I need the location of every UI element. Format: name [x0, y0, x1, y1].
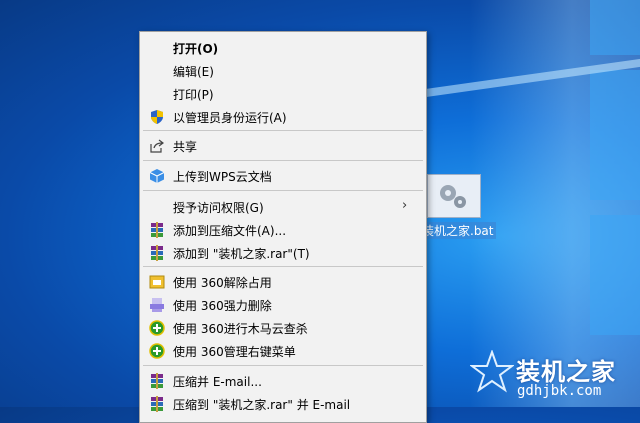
menu-item-share[interactable]: 共享	[140, 134, 426, 157]
menu-item-compress-rar-email[interactable]: 压缩到 "装机之家.rar" 并 E-mail	[140, 392, 426, 415]
winrar-icon	[149, 396, 165, 412]
menu-item-print[interactable]: 打印(P)	[140, 82, 426, 105]
menu-item-label: 使用 360进行木马云查杀	[173, 322, 308, 336]
360-security-icon	[149, 320, 165, 336]
menu-item-label: 添加到压缩文件(A)...	[173, 224, 287, 238]
menu-separator	[143, 365, 423, 366]
menu-item-label: 打开(O)	[173, 42, 219, 56]
menu-item-label: 使用 360解除占用	[173, 276, 272, 290]
360-security-icon	[149, 343, 165, 359]
menu-item-upload-wps[interactable]: 上传到WPS云文档	[140, 164, 426, 187]
menu-separator	[143, 190, 423, 191]
360-unlock-icon	[149, 274, 165, 290]
watermark-title: 装机之家	[516, 357, 616, 386]
menu-item-label: 打印(P)	[173, 88, 214, 102]
windows-logo-pane	[590, 215, 640, 335]
menu-item-label: 共享	[173, 140, 198, 154]
menu-item-grant-access[interactable]: 授予访问权限(G) ›	[140, 195, 426, 218]
wps-cloud-icon	[149, 168, 165, 184]
menu-item-360-trojan-scan[interactable]: 使用 360进行木马云查杀	[140, 316, 426, 339]
menu-item-label: 编辑(E)	[173, 65, 214, 79]
menu-item-label: 上传到WPS云文档	[173, 170, 272, 184]
context-menu: 打开(O) 编辑(E) 打印(P) 以管理员身份运行(A) 共享 上传到WPS云…	[139, 31, 427, 423]
bat-file-label[interactable]: 装机之家.bat	[420, 222, 496, 239]
watermark-star-logo	[469, 349, 515, 398]
menu-separator	[143, 266, 423, 267]
menu-item-label: 添加到 "装机之家.rar"(T)	[173, 247, 310, 261]
menu-item-edit[interactable]: 编辑(E)	[140, 59, 426, 82]
menu-item-label: 以管理员身份运行(A)	[173, 111, 287, 125]
menu-item-label: 压缩并 E-mail...	[173, 375, 262, 389]
bat-file-icon[interactable]	[427, 174, 481, 218]
menu-item-label: 压缩到 "装机之家.rar" 并 E-mail	[173, 398, 351, 412]
menu-item-compress-email[interactable]: 压缩并 E-mail...	[140, 369, 426, 392]
chevron-right-icon: ›	[402, 198, 408, 213]
menu-item-360-manage-menu[interactable]: 使用 360管理右键菜单	[140, 339, 426, 362]
winrar-icon	[149, 245, 165, 261]
menu-item-run-as-admin[interactable]: 以管理员身份运行(A)	[140, 105, 426, 128]
desktop-light-glow	[470, 0, 640, 407]
windows-logo-pane	[590, 0, 640, 55]
menu-item-360-unlock[interactable]: 使用 360解除占用	[140, 270, 426, 293]
winrar-icon	[149, 373, 165, 389]
menu-item-360-force-delete[interactable]: 使用 360强力删除	[140, 293, 426, 316]
menu-separator	[143, 160, 423, 161]
menu-item-label: 使用 360强力删除	[173, 299, 272, 313]
windows-logo-pane	[590, 70, 640, 200]
share-icon	[149, 138, 165, 154]
menu-item-open[interactable]: 打开(O)	[140, 36, 426, 59]
menu-item-add-to-archive[interactable]: 添加到压缩文件(A)...	[140, 218, 426, 241]
menu-separator	[143, 130, 423, 131]
menu-item-label: 使用 360管理右键菜单	[173, 345, 296, 359]
menu-item-label: 授予访问权限(G)	[173, 201, 264, 215]
uac-shield-icon	[149, 109, 165, 125]
watermark-url: gdhjbk.com	[517, 383, 602, 399]
360-shredder-icon	[149, 297, 165, 313]
menu-item-add-to-rar[interactable]: 添加到 "装机之家.rar"(T)	[140, 241, 426, 264]
winrar-icon	[149, 222, 165, 238]
